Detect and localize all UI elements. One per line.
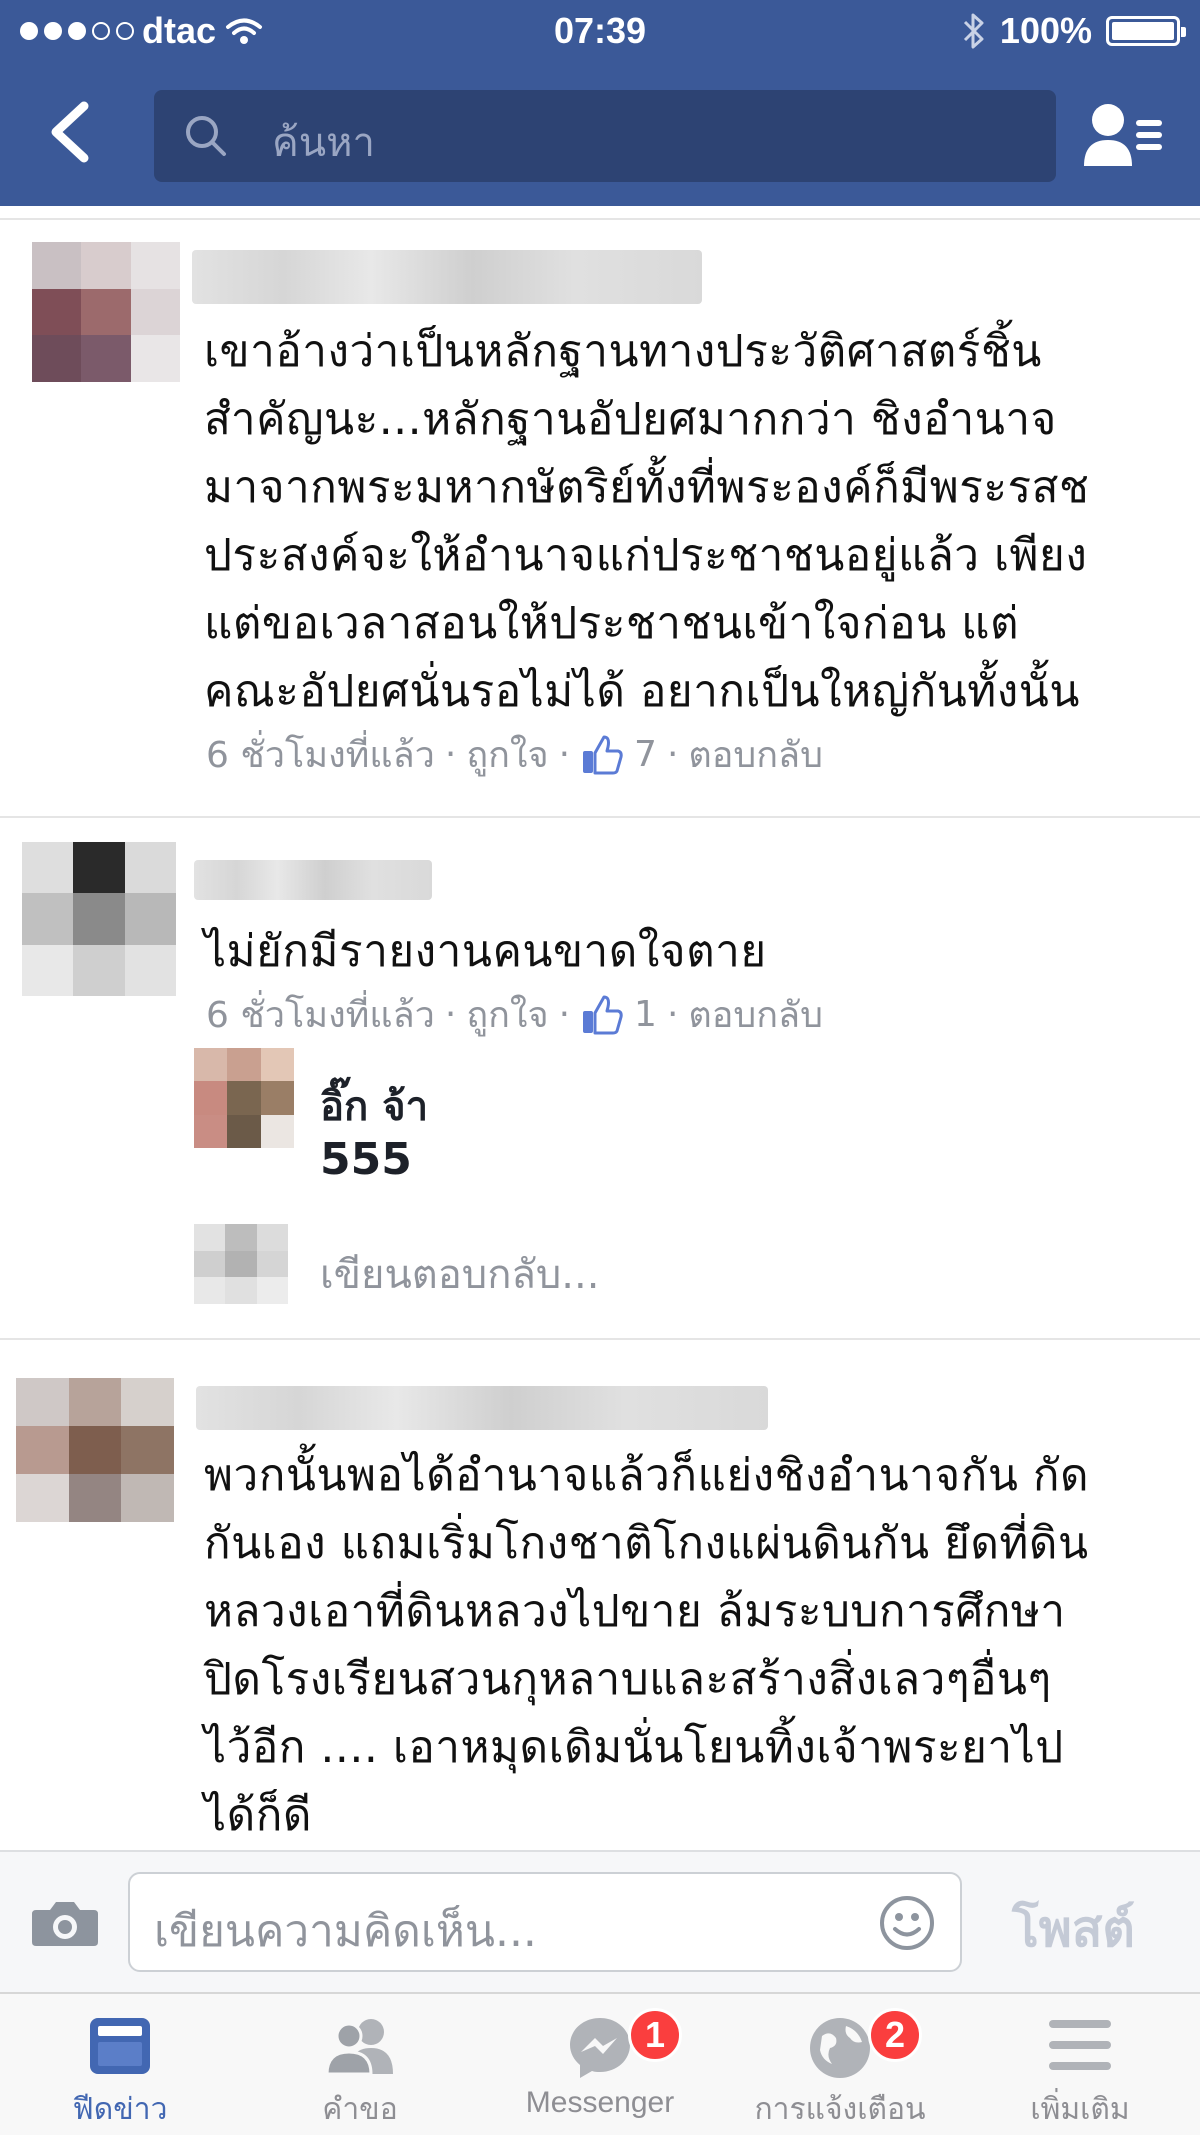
reply-author[interactable]: อิ๊ก จ้า	[320, 1074, 428, 1138]
commenter-name-blurred[interactable]	[192, 250, 702, 304]
bottom-tab-bar: ฟีดข่าว คำขอ 1 Messenger 2 การแจ้งเตือน	[0, 1992, 1200, 2135]
comment-meta: 6 ชั่วโมงที่แล้ว · ถูกใจ · 7 · ตอบกลับ	[206, 726, 823, 783]
like-link[interactable]: ถูกใจ	[466, 726, 548, 783]
reply-avatar[interactable]	[194, 1048, 294, 1148]
divider	[0, 816, 1200, 818]
divider	[0, 1338, 1200, 1340]
thumbs-up-icon	[583, 735, 623, 774]
messenger-icon	[570, 2018, 630, 2078]
post-button[interactable]: โพสต์	[1012, 1890, 1135, 1969]
tab-label: Messenger	[525, 2086, 675, 2119]
like-link[interactable]: ถูกใจ	[466, 986, 548, 1043]
tab-notifications[interactable]: 2 การแจ้งเตือน	[720, 1994, 960, 2135]
camera-icon[interactable]	[30, 1898, 100, 1948]
friend-requests-icon	[325, 2019, 393, 2076]
comment-text: พวกนั้นพอได้อำนาจแล้วก็แย่งชิงอำนาจกัน ก…	[204, 1450, 1090, 1841]
like-count: 7	[634, 734, 657, 775]
menu-icon	[1049, 2020, 1111, 2070]
notifications-badge: 2	[868, 2008, 922, 2062]
comment-text: ไม่ยักมีรายงานคนขาดใจตาย	[204, 926, 767, 977]
tab-messenger[interactable]: 1 Messenger	[480, 1994, 720, 2135]
reply-text: 555	[320, 1134, 412, 1185]
tab-friend-requests[interactable]: คำขอ	[240, 1994, 480, 2135]
comment-composer: เขียนความคิดเห็น... โพสต์	[0, 1850, 1200, 1994]
comment-meta: 6 ชั่วโมงที่แล้ว · ถูกใจ · 1 · ตอบกลับ	[206, 986, 823, 1043]
commenter-name-blurred[interactable]	[194, 860, 432, 900]
globe-icon	[810, 2018, 870, 2078]
tab-label: คำขอ	[322, 2093, 398, 2126]
emoji-icon[interactable]	[878, 1894, 936, 1952]
reply-link[interactable]: ตอบกลับ	[688, 986, 823, 1043]
back-arrow-icon[interactable]	[40, 100, 100, 164]
avatar[interactable]	[32, 242, 180, 382]
top-header: dtac 07:39 100% ค้นหา	[0, 0, 1200, 206]
status-right: 100%	[962, 10, 1186, 52]
comment-time: 6 ชั่วโมงที่แล้ว	[206, 995, 435, 1036]
search-icon	[186, 116, 226, 156]
battery-icon	[1106, 16, 1186, 46]
thumbs-up-icon	[583, 995, 623, 1034]
divider	[0, 218, 1200, 220]
commenter-name-blurred[interactable]	[196, 1386, 768, 1430]
tab-news-feed[interactable]: ฟีดข่าว	[0, 1994, 240, 2135]
avatar[interactable]	[22, 842, 176, 996]
tab-label: ฟีดข่าว	[72, 2093, 168, 2126]
like-count: 1	[634, 994, 657, 1035]
search-placeholder: ค้นหา	[272, 121, 375, 165]
my-avatar	[194, 1224, 288, 1304]
write-reply-link[interactable]: เขียนตอบกลับ...	[320, 1242, 599, 1306]
comment-time: 6 ชั่วโมงที่แล้ว	[206, 735, 435, 776]
tab-label: เพิ่มเติม	[1030, 2093, 1130, 2126]
comment-input[interactable]: เขียนความคิดเห็น...	[128, 1872, 962, 1972]
friend-list-icon[interactable]	[1082, 100, 1164, 170]
tab-label: การแจ้งเตือน	[754, 2093, 926, 2126]
reply-link[interactable]: ตอบกลับ	[688, 726, 823, 783]
comment-placeholder: เขียนความคิดเห็น...	[154, 1906, 537, 1957]
battery-percentage: 100%	[999, 10, 1092, 51]
news-feed-icon	[90, 2018, 150, 2074]
search-bar[interactable]: ค้นหา	[154, 90, 1056, 182]
comment-text: เขาอ้างว่าเป็นหลักฐานทางประวัติศาสตร์ชิ้…	[204, 326, 1090, 717]
comments-feed[interactable]: เขาอ้างว่าเป็นหลักฐานทางประวัติศาสตร์ชิ้…	[0, 206, 1200, 1850]
avatar[interactable]	[16, 1378, 174, 1522]
bluetooth-icon	[963, 13, 984, 49]
tab-more[interactable]: เพิ่มเติม	[960, 1994, 1200, 2135]
status-bar: dtac 07:39 100%	[0, 0, 1200, 64]
messenger-badge: 1	[628, 2008, 682, 2062]
